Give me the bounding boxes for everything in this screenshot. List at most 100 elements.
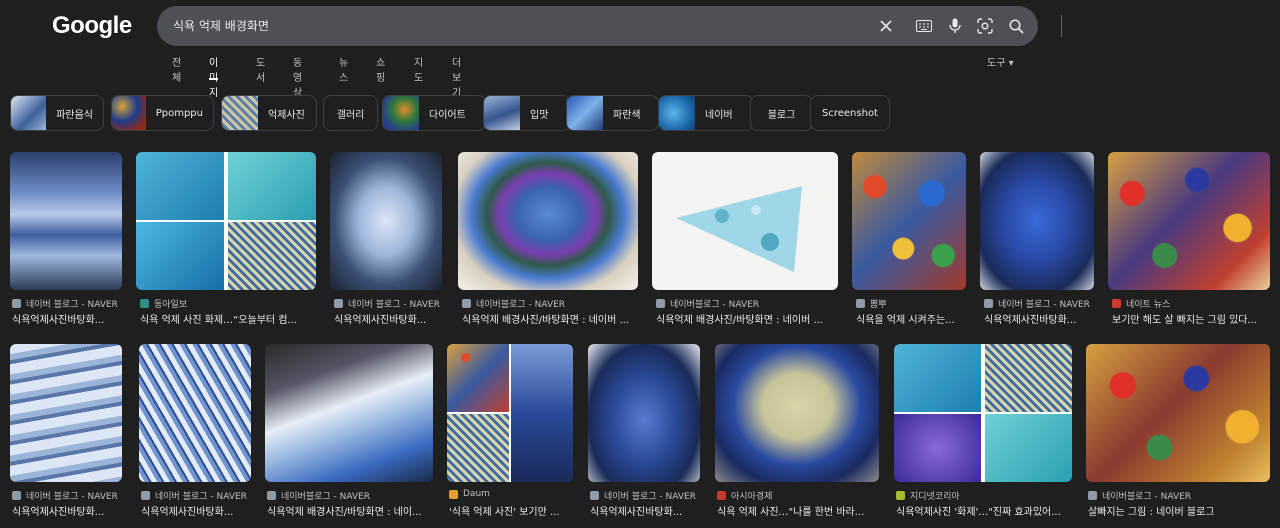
result-thumbnail[interactable] [715, 344, 879, 482]
google-logo[interactable]: Google [52, 12, 132, 40]
result-thumbnail[interactable] [447, 344, 573, 482]
result-caption[interactable]: 식욕 억제 사진…"나를 한번 바라... [717, 503, 879, 518]
result-source[interactable]: 네이버 블로그 - NAVER [984, 297, 1090, 310]
result-thumbnail[interactable] [894, 344, 1072, 482]
favicon-icon [267, 491, 276, 500]
result-caption[interactable]: 보기만 해도 살 빠지는 그림 있다... [1112, 311, 1270, 326]
result-source[interactable]: 네이트 뉴스 [1112, 297, 1170, 310]
tab-news[interactable]: 뉴스 [339, 54, 348, 84]
result-thumbnail[interactable] [10, 152, 122, 290]
chip-gallery[interactable]: 갤러리 [323, 95, 378, 131]
result-thumbnail[interactable] [265, 344, 433, 482]
chip-blue-food[interactable]: 파란음식 [10, 95, 104, 131]
result-source[interactable]: 네이버 블로그 - NAVER [590, 489, 696, 502]
result-source[interactable]: 아시아경제 [717, 489, 772, 502]
result-caption[interactable]: 식욕억제 배경사진/바탕화면 : 네이버 ... [462, 311, 642, 326]
search-icon[interactable] [1004, 14, 1028, 38]
image-result[interactable]: 네이버블로그 - NAVER 식욕억제 배경사진/바탕화면 : 네이버 ... [652, 152, 838, 328]
chip-blue-color[interactable]: 파란색 [566, 95, 659, 131]
chip-thumbnail [112, 96, 146, 130]
search-box[interactable]: 식욕 억제 배경화면 [157, 6, 1062, 46]
result-thumbnail[interactable] [458, 152, 638, 290]
tab-maps[interactable]: 지도 [414, 54, 423, 84]
image-result[interactable]: 뽐뿌 식욕을 억제 시켜주는... [852, 152, 966, 328]
image-result[interactable]: 동아일보 식욕 억제 사진 화제…“오늘부터 컴... [136, 152, 316, 328]
image-result[interactable]: 네이버 블로그 - NAVER 식욕억제사진바탕화... [10, 344, 122, 520]
result-source[interactable]: 네이버 블로그 - NAVER [12, 297, 118, 310]
tab-more[interactable]: 더보기 ▾ [452, 54, 461, 110]
tools-label: 도구 [987, 58, 1006, 69]
result-thumbnail[interactable] [136, 152, 316, 290]
source-label: 네이버블로그 - NAVER [476, 300, 566, 310]
tab-videos[interactable]: 동영상 [293, 54, 302, 99]
result-thumbnail[interactable] [1086, 344, 1270, 482]
image-result[interactable]: 아시아경제 식욕 억제 사진…"나를 한번 바라... [715, 344, 879, 520]
chip-appetite[interactable]: 입맛 [483, 95, 571, 131]
microphone-icon[interactable] [943, 14, 967, 38]
result-caption[interactable]: 식욕억제사진 '화제'…"진짜 효과있어... [896, 503, 1072, 518]
result-caption[interactable]: 살빠지는 그림 : 네이버 블로그 [1088, 503, 1270, 518]
result-thumbnail[interactable] [139, 344, 251, 482]
result-thumbnail[interactable] [852, 152, 966, 290]
result-source[interactable]: 네이버블로그 - NAVER [267, 489, 370, 502]
tools-button[interactable]: 도구 ▾ [987, 54, 1014, 69]
tab-books[interactable]: 도서 [256, 54, 265, 84]
result-caption[interactable]: 식욕억제 배경사진/바탕화면 : 네이... [267, 503, 433, 518]
favicon-icon [12, 491, 21, 500]
image-result[interactable]: 네이버 블로그 - NAVER 식욕억제사진바탕화... [139, 344, 251, 520]
chip-naver[interactable]: 네이버 [658, 95, 754, 131]
image-result[interactable]: 네이버 블로그 - NAVER 식욕억제사진바탕화... [10, 152, 122, 328]
image-result[interactable]: Daum '식욕 억제 사진' 보기만 ... [447, 344, 573, 520]
result-caption[interactable]: '식욕 억제 사진' 보기만 ... [449, 503, 573, 518]
result-caption[interactable]: 식욕 억제 사진 화제…“오늘부터 컴... [140, 311, 320, 326]
chip-screenshot[interactable]: Screenshot [810, 95, 890, 131]
result-thumbnail[interactable] [588, 344, 700, 482]
tab-images[interactable]: 이미지 [209, 54, 219, 99]
chip-label: 다이어트 [429, 109, 466, 121]
image-result[interactable]: 네이버블로그 - NAVER 식욕억제 배경사진/바탕화면 : 네이... [265, 344, 433, 520]
result-thumbnail[interactable] [330, 152, 442, 290]
result-thumbnail[interactable] [1108, 152, 1270, 290]
image-result[interactable]: 네이버 블로그 - NAVER 식욕억제사진바탕화... [330, 152, 442, 328]
image-result[interactable]: 지디넷코리아 식욕억제사진 '화제'…"진짜 효과있어... [894, 344, 1072, 520]
result-caption[interactable]: 식욕억제 배경사진/바탕화면 : 네이버 ... [656, 311, 838, 326]
result-caption[interactable]: 식욕을 억제 시켜주는... [856, 311, 966, 326]
image-result[interactable]: 네이버블로그 - NAVER 살빠지는 그림 : 네이버 블로그 [1086, 344, 1270, 520]
result-caption[interactable]: 식욕억제사진바탕화... [12, 311, 124, 326]
tab-all[interactable]: 전체 [172, 54, 181, 84]
result-thumbnail[interactable] [652, 152, 838, 290]
chip-suppress-photo[interactable]: 억제사진 [221, 95, 317, 131]
result-thumbnail[interactable] [980, 152, 1094, 290]
image-result[interactable]: 네이트 뉴스 보기만 해도 살 빠지는 그림 있다... [1108, 152, 1270, 328]
result-caption[interactable]: 식욕억제사진바탕화... [984, 311, 1094, 326]
result-caption[interactable]: 식욕억제사진바탕화... [141, 503, 253, 518]
search-input[interactable]: 식욕 억제 배경화면 [173, 17, 269, 34]
result-source[interactable]: 동아일보 [140, 297, 187, 310]
image-result[interactable]: 네이버블로그 - NAVER 식욕억제 배경사진/바탕화면 : 네이버 ... [458, 152, 638, 328]
result-source[interactable]: 뽐뿌 [856, 297, 887, 310]
result-source[interactable]: 네이버블로그 - NAVER [1088, 489, 1191, 502]
result-caption[interactable]: 식욕억제사진바탕화... [590, 503, 700, 518]
result-source[interactable]: 네이버 블로그 - NAVER [141, 489, 247, 502]
keyboard-icon[interactable] [912, 14, 936, 38]
source-label: 네이버블로그 - NAVER [670, 300, 760, 310]
chip-label: 블로그 [767, 109, 796, 121]
result-source[interactable]: 지디넷코리아 [896, 489, 960, 502]
result-caption[interactable]: 식욕억제사진바탕화... [12, 503, 124, 518]
tab-shopping[interactable]: 쇼핑 [376, 54, 385, 84]
result-source[interactable]: Daum [449, 489, 490, 499]
clear-icon[interactable] [874, 14, 898, 38]
result-source[interactable]: 네이버블로그 - NAVER [656, 297, 759, 310]
result-source[interactable]: 네이버블로그 - NAVER [462, 297, 565, 310]
result-source[interactable]: 네이버 블로그 - NAVER [334, 297, 440, 310]
image-result[interactable]: 네이버 블로그 - NAVER 식욕억제사진바탕화... [588, 344, 700, 520]
chip-blog[interactable]: 블로그 [750, 95, 813, 131]
lens-camera-icon[interactable] [973, 14, 997, 38]
result-source[interactable]: 네이버 블로그 - NAVER [12, 489, 118, 502]
result-thumbnail[interactable] [10, 344, 122, 482]
image-result[interactable]: 네이버 블로그 - NAVER 식욕억제사진바탕화... [980, 152, 1094, 328]
chip-diet[interactable]: 다이어트 [382, 95, 486, 131]
result-caption[interactable]: 식욕억제사진바탕화... [334, 311, 442, 326]
favicon-icon [141, 491, 150, 500]
chip-ppomppu[interactable]: Ppomppu [111, 95, 214, 131]
